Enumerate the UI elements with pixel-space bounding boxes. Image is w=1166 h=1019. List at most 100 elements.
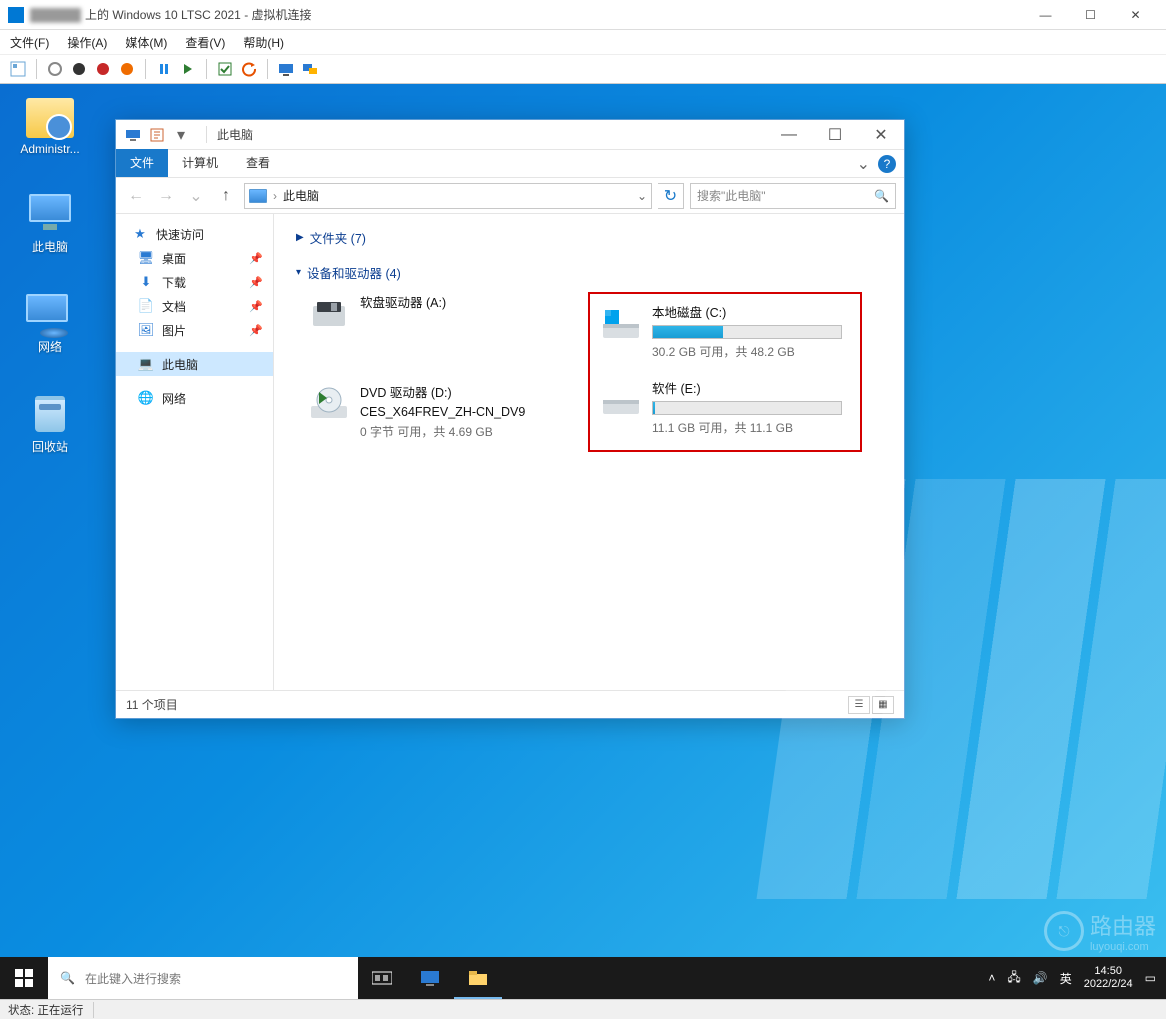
volume-tray-icon[interactable]: 🔊: [1033, 971, 1048, 985]
qat-properties-icon[interactable]: [146, 124, 168, 146]
drive-c[interactable]: 本地磁盘 (C:) 30.2 GB 可用，共 48.2 GB: [600, 302, 850, 360]
nav-downloads[interactable]: ⬇下载📌: [116, 270, 273, 294]
taskbar-clock[interactable]: 14:50 2022/2/24: [1084, 965, 1133, 991]
group-folders[interactable]: ▶文件夹 (7): [288, 222, 890, 257]
action-center-icon[interactable]: ▭: [1145, 971, 1156, 985]
menu-help[interactable]: 帮助(H): [243, 34, 284, 51]
maximize-button[interactable]: ☐: [1068, 1, 1113, 29]
desktop-icon-label: 此电脑: [12, 238, 88, 255]
taskview-button[interactable]: [358, 957, 406, 999]
nav-desktop[interactable]: 🖥桌面📌: [116, 246, 273, 270]
revert-icon[interactable]: [239, 59, 259, 79]
recycle-bin-icon: [26, 394, 74, 434]
desktop-icon-label: 网络: [12, 338, 88, 355]
drive-subtext: 0 字节 可用，共 4.69 GB: [360, 423, 558, 440]
close-button[interactable]: ✕: [1113, 1, 1158, 29]
nav-forward-button[interactable]: →: [154, 184, 178, 208]
menu-action[interactable]: 操作(A): [67, 34, 107, 51]
explorer-titlebar[interactable]: ▾ 此电脑 — ☐ ✕: [116, 120, 904, 150]
chevron-down-icon: ▾: [296, 267, 301, 278]
taskbar: 🔍 在此键入进行搜索 ˄ 🖧 🔊 英 14:50 2022/2/24 ▭: [0, 957, 1166, 999]
drive-dvd-d[interactable]: DVD 驱动器 (D:) CES_X64FREV_ZH-CN_DV9 0 字节 …: [308, 382, 558, 462]
shutdown-icon[interactable]: [93, 59, 113, 79]
view-details-button[interactable]: ☰: [848, 696, 870, 714]
breadcrumb[interactable]: 此电脑: [283, 187, 319, 204]
watermark-icon: ⎋: [1044, 911, 1084, 951]
status-item-count: 11 个项目: [126, 696, 178, 713]
desktop-icon-thispc[interactable]: 此电脑: [12, 194, 88, 255]
explorer-close-button[interactable]: ✕: [858, 120, 904, 150]
ctrl-alt-del-icon[interactable]: [8, 59, 28, 79]
refresh-button[interactable]: ↻: [658, 183, 684, 209]
view-icons-button[interactable]: ▦: [872, 696, 894, 714]
windows-icon: [15, 969, 33, 987]
capacity-fill: [653, 402, 655, 414]
tray-overflow-icon[interactable]: ˄: [988, 971, 995, 985]
checkpoint-icon[interactable]: [215, 59, 235, 79]
nav-thispc[interactable]: 💻此电脑: [116, 352, 273, 376]
explorer-minimize-button[interactable]: —: [766, 120, 812, 150]
explorer-maximize-button[interactable]: ☐: [812, 120, 858, 150]
desktop-icon-recyclebin[interactable]: 回收站: [12, 394, 88, 455]
ribbon-tab-computer[interactable]: 计算机: [168, 149, 232, 177]
help-icon[interactable]: ?: [878, 155, 896, 173]
nav-back-button[interactable]: ←: [124, 184, 148, 208]
menu-media[interactable]: 媒体(M): [125, 34, 167, 51]
nav-quickaccess[interactable]: ★快速访问: [116, 222, 273, 246]
hyperv-toolbar: [0, 54, 1166, 84]
addr-dropdown-icon[interactable]: ⌄: [637, 189, 647, 203]
vm-desktop[interactable]: Administr... 此电脑 网络 回收站 ▾ 此电脑 — ☐ ✕ 文件 计…: [0, 84, 1166, 999]
minimize-button[interactable]: —: [1023, 1, 1068, 29]
search-icon[interactable]: 🔍: [874, 189, 889, 203]
search-input[interactable]: 搜索"此电脑" 🔍: [690, 183, 896, 209]
share-icon[interactable]: [300, 59, 320, 79]
taskbar-app-explorer[interactable]: [454, 957, 502, 999]
menu-view[interactable]: 查看(V): [185, 34, 225, 51]
qat-pc-icon[interactable]: [122, 124, 144, 146]
enhanced-session-icon[interactable]: [276, 59, 296, 79]
nav-recent-button[interactable]: ⌄: [184, 184, 208, 208]
ribbon-tab-file[interactable]: 文件: [116, 149, 168, 177]
watermark-sub: luyouqi.com: [1090, 941, 1156, 953]
desktop-icon-network[interactable]: 网络: [12, 294, 88, 355]
pin-icon: 📌: [249, 252, 263, 265]
user-folder-icon: [26, 98, 74, 138]
taskbar-search[interactable]: 🔍 在此键入进行搜索: [48, 957, 358, 999]
desktop-icon-admin[interactable]: Administr...: [12, 98, 88, 156]
nav-documents[interactable]: 📄文档📌: [116, 294, 273, 318]
ribbon-tab-view[interactable]: 查看: [232, 149, 284, 177]
drive-e[interactable]: 软件 (E:) 11.1 GB 可用，共 11.1 GB: [600, 378, 850, 436]
navigation-pane: ★快速访问 🖥桌面📌 ⬇下载📌 📄文档📌 🖼图片📌 💻此电脑 🌐网络: [116, 214, 274, 690]
start-button[interactable]: [0, 957, 48, 999]
watermark-label: 路由器: [1090, 909, 1156, 941]
nav-up-button[interactable]: ↑: [214, 184, 238, 208]
ime-indicator[interactable]: 英: [1060, 970, 1072, 987]
nav-pictures[interactable]: 🖼图片📌: [116, 318, 273, 342]
document-icon: 📄: [138, 298, 154, 314]
group-drives[interactable]: ▾设备和驱动器 (4): [288, 257, 890, 292]
menu-file[interactable]: 文件(F): [10, 34, 49, 51]
start-icon[interactable]: [45, 59, 65, 79]
dvd-icon: [308, 382, 350, 424]
nav-network[interactable]: 🌐网络: [116, 386, 273, 410]
ribbon-expand-icon[interactable]: ⌄: [857, 154, 870, 174]
drive-subtext: 11.1 GB 可用，共 11.1 GB: [652, 419, 850, 436]
taskbar-app-hyperv[interactable]: [406, 957, 454, 999]
save-icon[interactable]: [117, 59, 137, 79]
vm-status-value: 正在运行: [37, 1005, 83, 1017]
qat-dropdown-icon[interactable]: ▾: [170, 124, 192, 146]
capacity-bar: [652, 325, 842, 339]
drive-volume-label: CES_X64FREV_ZH-CN_DV9: [360, 405, 558, 419]
hdd-icon: [600, 378, 642, 420]
pin-icon: 📌: [249, 276, 263, 289]
turnoff-icon[interactable]: [69, 59, 89, 79]
reset-icon[interactable]: [178, 59, 198, 79]
pause-icon[interactable]: [154, 59, 174, 79]
pin-icon: 📌: [249, 324, 263, 337]
drive-subtext: 30.2 GB 可用，共 48.2 GB: [652, 343, 850, 360]
drive-name: 软盘驱动器 (A:): [360, 292, 558, 311]
network-tray-icon[interactable]: 🖧: [1007, 968, 1020, 989]
address-bar[interactable]: › 此电脑 ⌄: [244, 183, 652, 209]
hyperv-icon: [8, 7, 24, 23]
pc-icon: 💻: [138, 356, 154, 372]
